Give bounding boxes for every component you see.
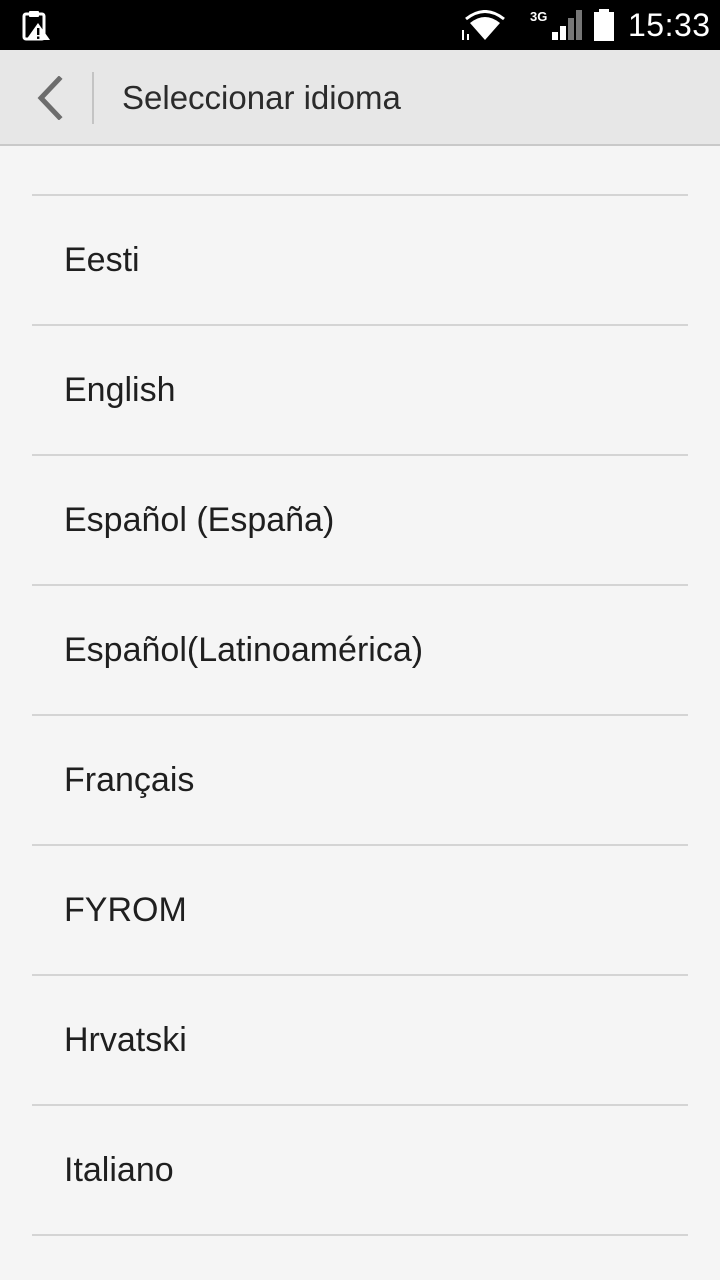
language-label: Hrvatski	[64, 1021, 187, 1059]
clock: 15:33	[628, 7, 711, 43]
header-divider	[92, 72, 94, 124]
language-label: English	[64, 371, 176, 409]
language-label: Italiano	[64, 1151, 174, 1189]
signal-bars-icon	[552, 10, 582, 40]
language-item-italiano[interactable]: Italiano	[32, 1106, 688, 1236]
language-item-hrvatski[interactable]: Hrvatski	[32, 976, 688, 1106]
language-label: Français	[64, 761, 195, 799]
status-bar: 3G 15:33	[0, 0, 720, 50]
language-item-fyrom[interactable]: FYROM	[32, 846, 688, 976]
back-button[interactable]	[20, 68, 80, 128]
language-item-espanol-latinoamerica[interactable]: Español(Latinoamérica)	[32, 586, 688, 716]
warning-clipboard-icon	[20, 9, 52, 41]
language-item-eesti[interactable]: Eesti	[32, 196, 688, 326]
battery-icon	[592, 8, 616, 42]
action-bar: Seleccionar idioma	[0, 50, 720, 146]
language-item-english[interactable]: English	[32, 326, 688, 456]
language-label: FYROM	[64, 891, 187, 929]
page-title: Seleccionar idioma	[122, 79, 401, 116]
wifi-icon	[460, 10, 510, 42]
chevron-left-icon	[37, 76, 63, 120]
cellular-signal: 3G	[530, 8, 586, 42]
language-item-espanol-espana[interactable]: Español (España)	[32, 456, 688, 586]
language-item-francais[interactable]: Français	[32, 716, 688, 846]
network-type-label: 3G	[530, 9, 548, 24]
language-label: Español(Latinoamérica)	[64, 631, 424, 669]
language-label: Español (España)	[64, 501, 335, 539]
language-label: Eesti	[64, 241, 140, 279]
